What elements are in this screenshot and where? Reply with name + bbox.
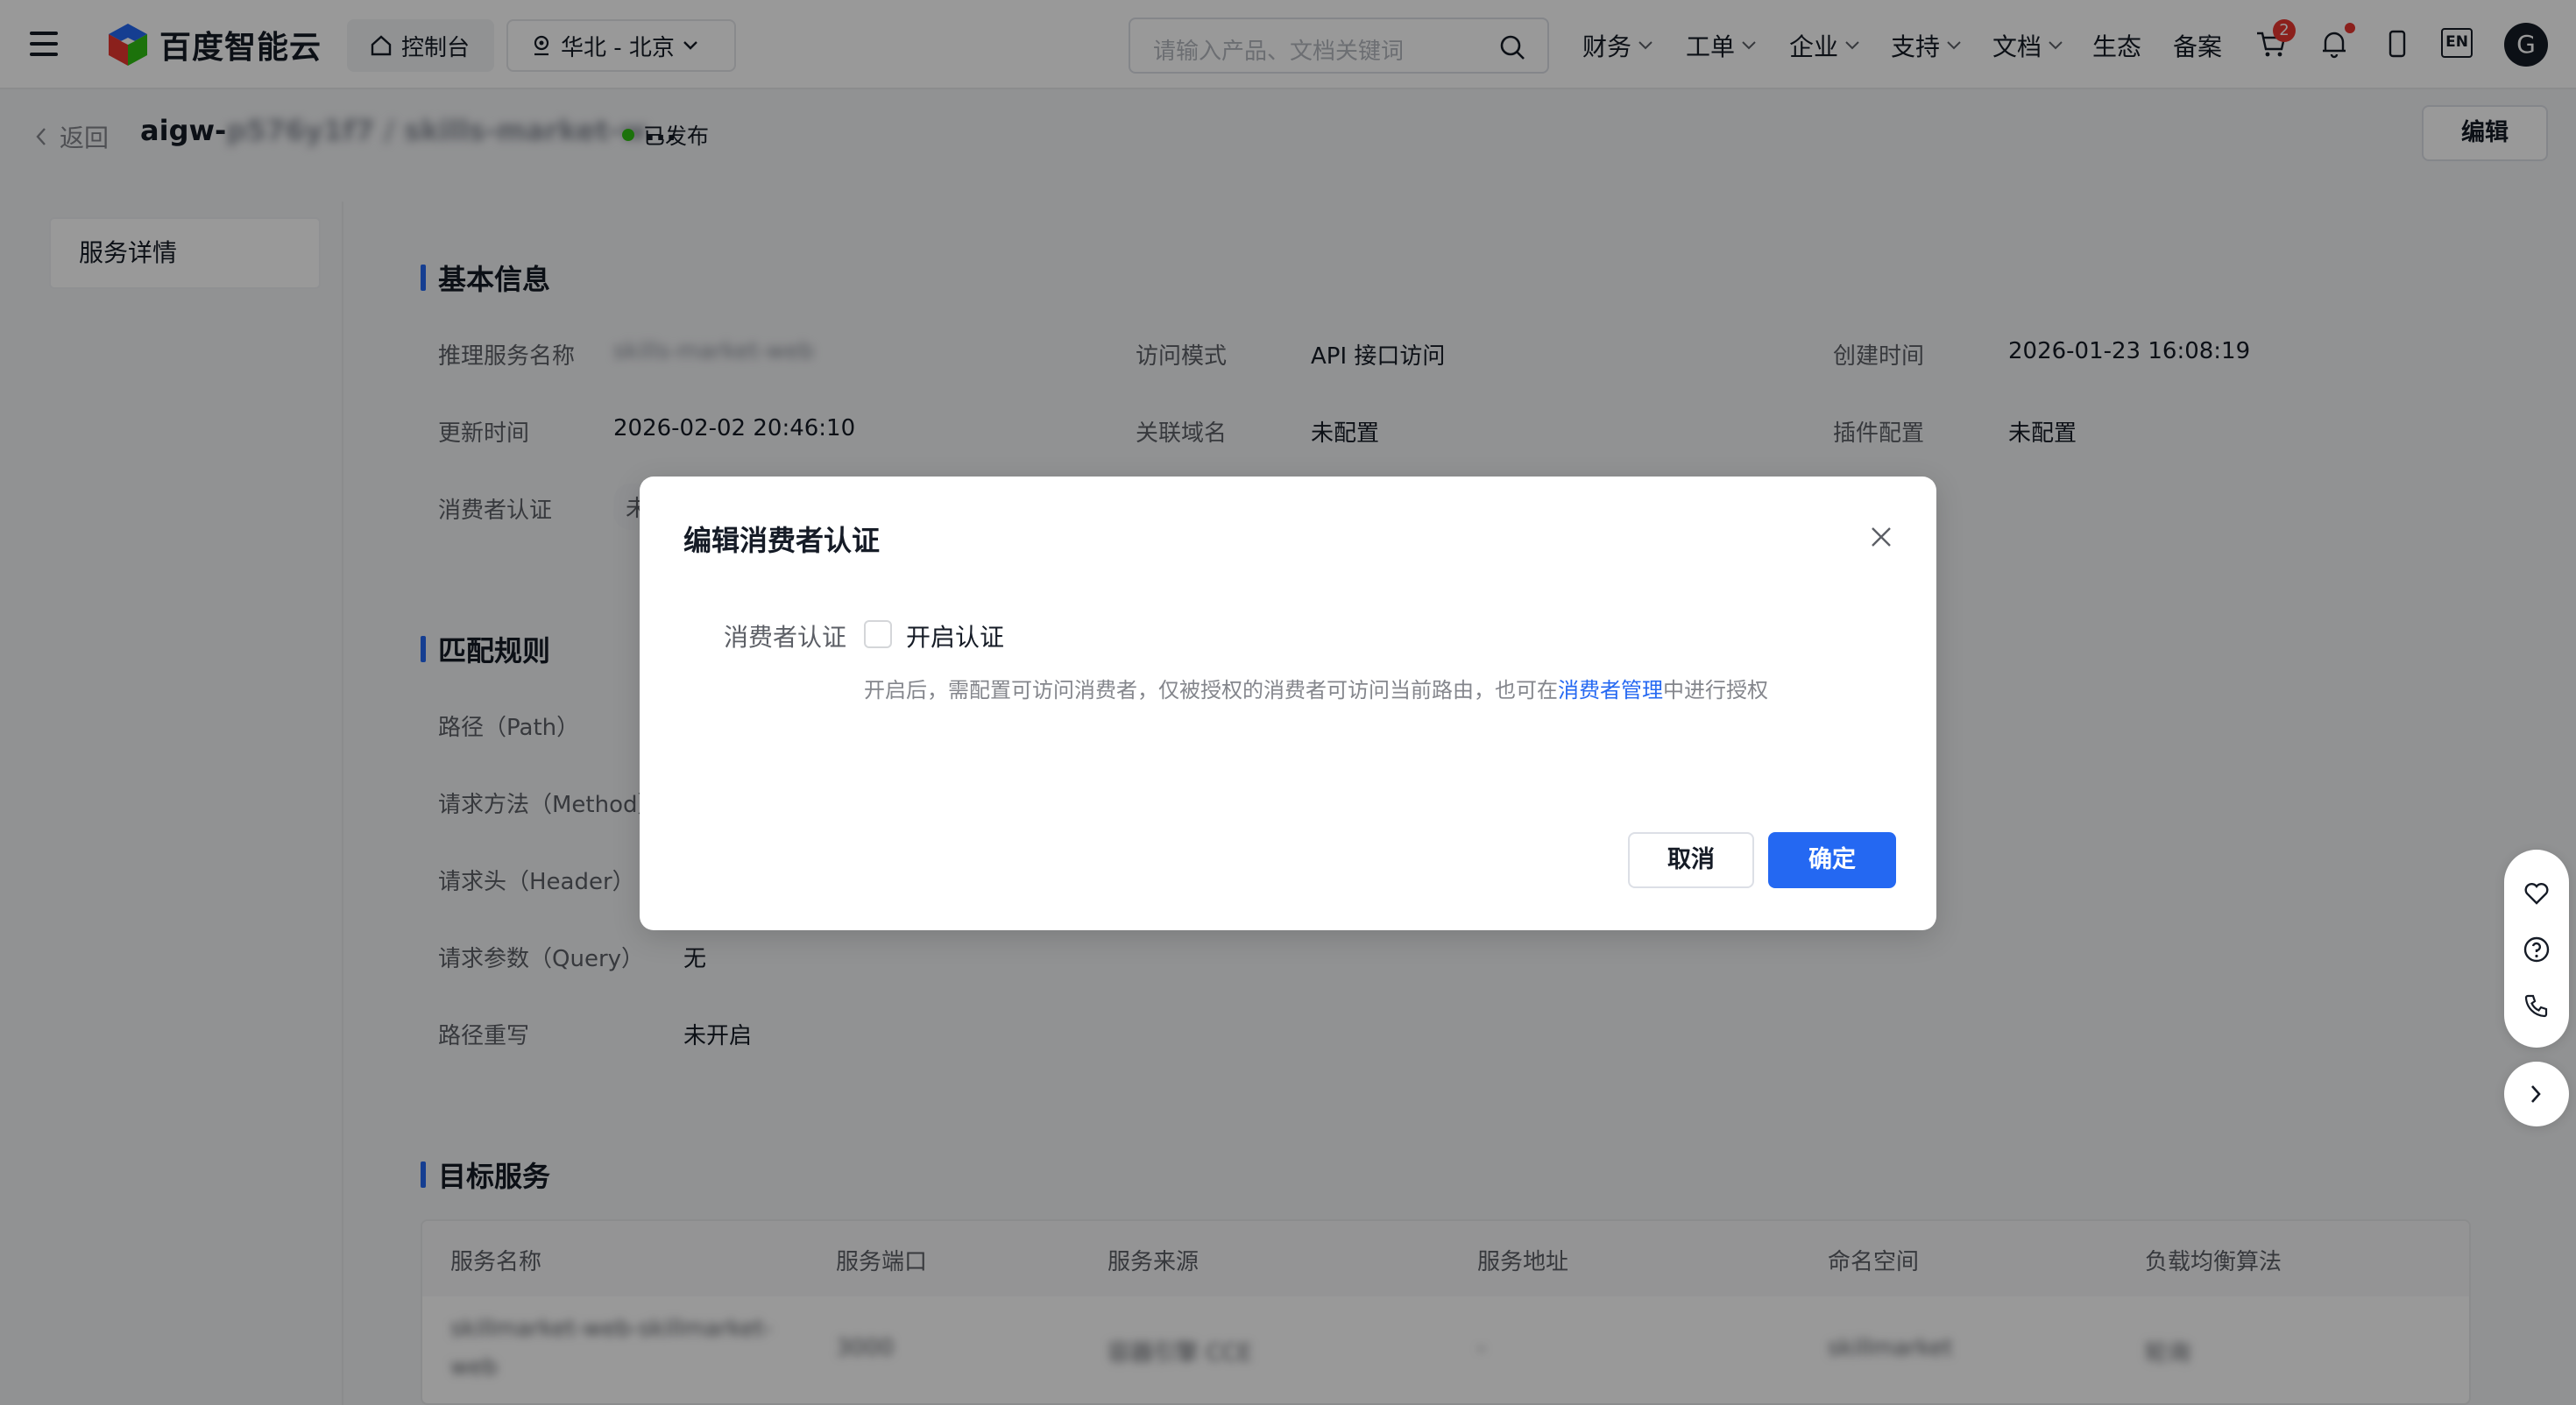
heart-icon[interactable] bbox=[2523, 879, 2551, 907]
dialog-title: 编辑消费者认证 bbox=[683, 524, 881, 557]
consumer-management-link[interactable]: 消费者管理 bbox=[1558, 678, 1663, 702]
phone-icon[interactable] bbox=[2523, 992, 2551, 1020]
edit-consumer-auth-dialog: 编辑消费者认证 消费者认证 开启认证 开启后，需配置可访问消费者，仅被授权的消费… bbox=[640, 477, 1936, 930]
floating-toolbar bbox=[2504, 850, 2569, 1048]
cancel-button[interactable]: 取消 bbox=[1628, 832, 1754, 888]
auth-hint: 开启后，需配置可访问消费者，仅被授权的消费者可访问当前路由，也可在消费者管理中进… bbox=[864, 678, 1768, 702]
chevron-right-icon bbox=[2531, 1085, 2541, 1103]
consumer-auth-label: 消费者认证 bbox=[724, 623, 847, 652]
close-icon[interactable] bbox=[1870, 526, 1893, 548]
enable-auth-checkbox[interactable] bbox=[864, 620, 892, 648]
enable-auth-label[interactable]: 开启认证 bbox=[906, 618, 1004, 653]
collapse-toolbar-button[interactable] bbox=[2504, 1062, 2569, 1126]
confirm-button[interactable]: 确定 bbox=[1768, 832, 1896, 888]
help-icon[interactable] bbox=[2523, 935, 2551, 964]
